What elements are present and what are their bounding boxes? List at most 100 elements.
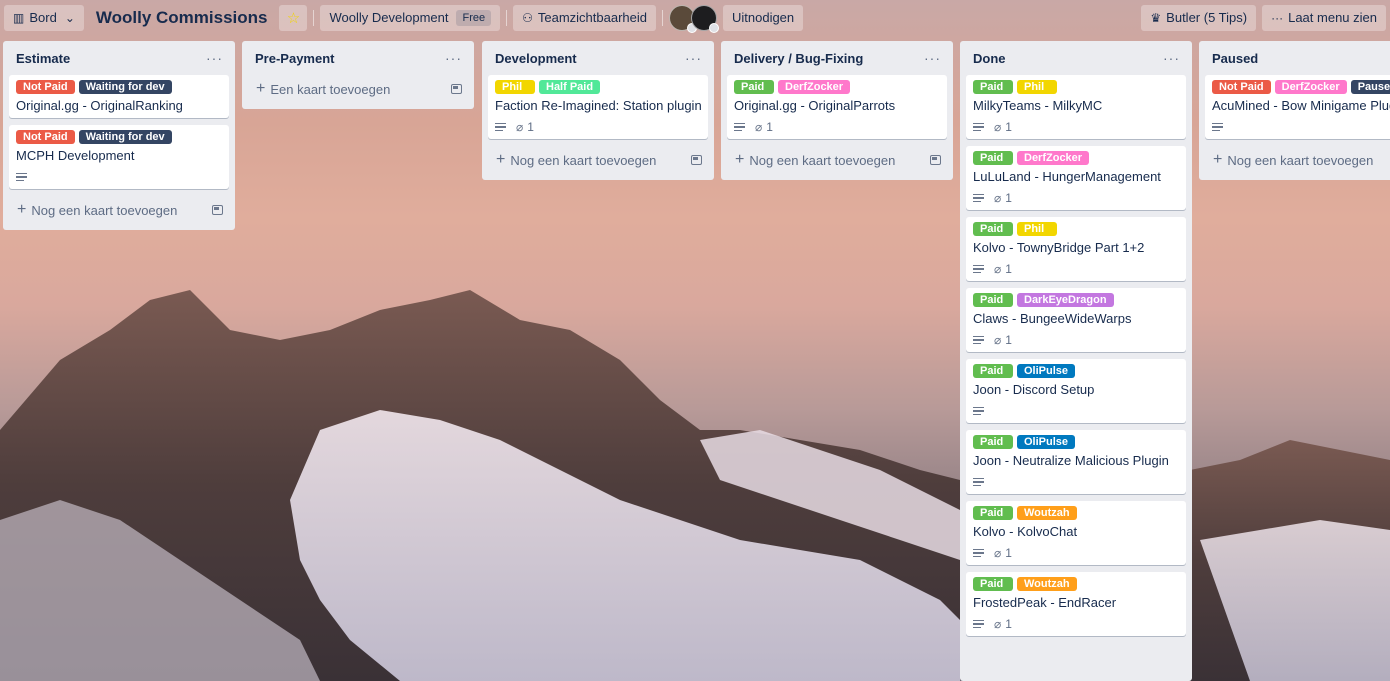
description-icon	[16, 171, 27, 184]
card[interactable]: Not Paid Waiting for dev MCPH Development	[9, 125, 229, 189]
card-label[interactable]: Phil	[1017, 222, 1057, 236]
list-menu-icon[interactable]: ···	[685, 50, 702, 66]
list-title[interactable]: Paused	[1212, 51, 1258, 66]
card-badges: ⌀ 1	[973, 119, 1179, 135]
card-label[interactable]: DerfZocker	[1274, 80, 1347, 94]
list-title[interactable]: Delivery / Bug-Fixing	[734, 51, 863, 66]
card-label[interactable]: DarkEyeDragon	[1017, 293, 1114, 307]
list-title[interactable]: Development	[495, 51, 577, 66]
card-template-icon[interactable]	[691, 155, 702, 165]
plus-icon: +	[17, 201, 27, 218]
list-header[interactable]: Development ···	[488, 41, 708, 75]
attachment-count: 1	[1005, 120, 1012, 134]
card-badges	[973, 403, 1179, 419]
list-title[interactable]: Done	[973, 51, 1006, 66]
attachment-badge: ⌀ 1	[994, 546, 1012, 560]
card[interactable]: Phil Half Paid Faction Re-Imagined: Statio…	[488, 75, 708, 139]
card-template-icon[interactable]	[212, 205, 223, 215]
description-icon	[973, 121, 984, 134]
card-label[interactable]: OliPulse	[1017, 435, 1076, 449]
card[interactable]: Paid DerfZocker LuLuLand - HungerManagemen…	[966, 146, 1186, 210]
card-title: Joon - Neutralize Malicious Plugin	[973, 453, 1169, 468]
card-label[interactable]: OliPulse	[1017, 364, 1076, 378]
list-title[interactable]: Estimate	[16, 51, 70, 66]
card-title: Kolvo - KolvoChat	[973, 524, 1078, 539]
list-delivery-bug-fixing: Delivery / Bug-Fixing ··· Paid DerfZocker Or…	[721, 41, 953, 180]
attachment-badge: ⌀ 1	[994, 120, 1012, 134]
card-label[interactable]: Paid	[734, 80, 774, 94]
card[interactable]: Paid Phil MilkyTeams - MilkyMC ⌀ 1	[966, 75, 1186, 139]
list-menu-icon[interactable]: ···	[206, 50, 223, 66]
butler-icon: ♛	[1150, 10, 1162, 25]
list-menu-icon[interactable]: ···	[445, 50, 462, 66]
card[interactable]: Paid OliPulse Joon - Discord Setup	[966, 359, 1186, 423]
board-canvas[interactable]: Estimate ··· Not Paid Waiting for dev Origin…	[0, 41, 1390, 681]
header-divider	[661, 9, 663, 26]
add-card-button[interactable]: + Nog een kaart toevoegen	[727, 146, 947, 174]
card-badges: ⌀ 1	[495, 119, 701, 135]
card[interactable]: Paid Phil Kolvo - TownyBridge Part 1+2 ⌀ 1	[966, 217, 1186, 281]
show-menu-button[interactable]: ··· Laat menu zien	[1262, 4, 1386, 31]
card[interactable]: Not PaidDerfZockerPaused AcuMined - Bow M…	[1205, 75, 1390, 139]
star-board-button[interactable]: ☆	[279, 4, 308, 31]
card-label[interactable]: Paid	[973, 506, 1013, 520]
list-header[interactable]: Done ···	[966, 41, 1186, 75]
card-label[interactable]: Waiting for dev	[78, 130, 172, 144]
visibility-button[interactable]: ⚇ Teamzichtbaarheid	[513, 4, 656, 31]
card-title: Kolvo - TownyBridge Part 1+2	[973, 240, 1145, 255]
card-label[interactable]: Paid	[973, 577, 1013, 591]
card-label[interactable]: Paid	[973, 364, 1013, 378]
card-label[interactable]: Not Paid	[16, 130, 75, 144]
card-label[interactable]: Waiting for dev	[78, 80, 172, 94]
description-icon	[734, 121, 745, 134]
add-card-button[interactable]: + Nog een kaart toevoegen	[9, 196, 229, 224]
add-card-button[interactable]: + Nog een kaart toevoegen	[488, 146, 708, 174]
card-label[interactable]: Not Paid	[1212, 80, 1271, 94]
add-card-button[interactable]: + Nog een kaart toevoegen	[1205, 146, 1390, 174]
card-label[interactable]: Paused	[1350, 80, 1390, 94]
card-label[interactable]: Woutzah	[1017, 577, 1077, 591]
card-label[interactable]: DerfZocker	[1017, 151, 1090, 165]
card-label[interactable]: Half Paid	[539, 80, 601, 94]
card-label[interactable]: Paid	[973, 293, 1013, 307]
list-header[interactable]: Pre-Payment ···	[248, 41, 468, 75]
board-title[interactable]: Woolly Commissions	[96, 8, 268, 28]
card-label[interactable]: Phil	[1017, 80, 1057, 94]
list-header[interactable]: Estimate ···	[9, 41, 229, 75]
card[interactable]: Not Paid Waiting for dev Original.gg - Ori…	[9, 75, 229, 118]
card-label[interactable]: Paid	[973, 222, 1013, 236]
description-icon	[495, 121, 506, 134]
workspace-plan-badge: Free	[456, 9, 492, 26]
list-title[interactable]: Pre-Payment	[255, 51, 334, 66]
card-template-icon[interactable]	[930, 155, 941, 165]
member-avatar[interactable]	[690, 4, 719, 33]
board-view-switcher[interactable]: ▥ Bord ⌄	[4, 4, 84, 31]
card[interactable]: Paid Woutzah Kolvo - KolvoChat ⌀ 1	[966, 501, 1186, 565]
list-pre-payment: Pre-Payment ··· + Een kaart toevoegen	[242, 41, 474, 109]
card[interactable]: Paid Woutzah FrostedPeak - EndRacer ⌀ 1	[966, 572, 1186, 636]
card-labels: Paid OliPulse	[973, 364, 1179, 378]
card[interactable]: Paid DerfZocker Original.gg - OriginalParr…	[727, 75, 947, 139]
card-label[interactable]: DerfZocker	[778, 80, 851, 94]
card-label[interactable]: Paid	[973, 80, 1013, 94]
list-header[interactable]: Paused···	[1205, 41, 1390, 75]
list-menu-icon[interactable]: ···	[924, 50, 941, 66]
add-card-button[interactable]: + Een kaart toevoegen	[248, 75, 468, 103]
card-label[interactable]: Paid	[973, 435, 1013, 449]
workspace-button[interactable]: Woolly Development Free	[320, 4, 501, 31]
card-label[interactable]: Not Paid	[16, 80, 75, 94]
list-menu-icon[interactable]: ···	[1163, 50, 1180, 66]
paperclip-icon: ⌀	[994, 191, 1002, 205]
card-label[interactable]: Phil	[495, 80, 535, 94]
description-icon	[1212, 121, 1223, 134]
card-label[interactable]: Woutzah	[1017, 506, 1077, 520]
list-header[interactable]: Delivery / Bug-Fixing ···	[727, 41, 947, 75]
list-done: Done ··· Paid Phil MilkyTeams - MilkyMC ⌀ 1 Pai…	[960, 41, 1192, 681]
card[interactable]: Paid OliPulse Joon - Neutralize Malicious …	[966, 430, 1186, 494]
butler-button[interactable]: ♛ Butler (5 Tips)	[1141, 4, 1257, 31]
card-template-icon[interactable]	[451, 84, 462, 94]
invite-button[interactable]: Uitnodigen	[722, 4, 804, 31]
card-label[interactable]: Paid	[973, 151, 1013, 165]
add-card-label: Nog een kaart toevoegen	[31, 202, 178, 218]
card[interactable]: Paid DarkEyeDragon Claws - BungeeWideWarps…	[966, 288, 1186, 352]
